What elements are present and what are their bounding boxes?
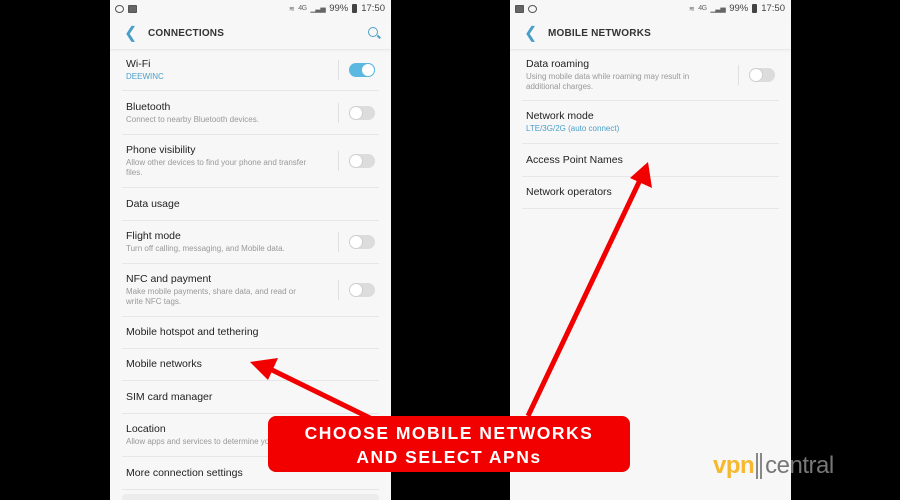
battery-percent: 99% xyxy=(729,3,749,14)
wifi-icon: ≋ xyxy=(688,5,695,13)
signal-icon: ▁▃▅ xyxy=(710,5,726,13)
toggle-switch[interactable] xyxy=(349,105,375,120)
item-label: NFC and payment xyxy=(126,273,212,285)
divider xyxy=(338,151,339,171)
item-subtitle: Using mobile data while roaming may resu… xyxy=(526,72,690,91)
stage: ≋ 4G ▁▃▅ 99% 17:50 ❮ CONNECTIONS Wi-Fi DE… xyxy=(0,0,900,500)
divider xyxy=(338,60,339,80)
item-text: Flight mode Turn off calling, messaging, … xyxy=(126,230,338,254)
list-item[interactable]: Access Point Names xyxy=(522,144,779,177)
network-type-icon: 4G xyxy=(698,5,707,12)
item-text: Phone visibility Allow other devices to f… xyxy=(126,144,338,178)
list-item[interactable]: Data usage xyxy=(122,188,379,221)
item-text: Network operators xyxy=(526,186,775,199)
bottom-card xyxy=(122,494,379,500)
item-text: Bluetooth Connect to nearby Bluetooth dev… xyxy=(126,101,338,125)
list-item[interactable]: Phone visibility Allow other devices to f… xyxy=(122,135,379,188)
list-item[interactable]: Mobile hotspot and tethering xyxy=(122,317,379,349)
item-label: Phone visibility xyxy=(126,144,196,156)
battery-icon xyxy=(352,4,358,13)
item-subtitle: Allow other devices to find your phone a… xyxy=(126,158,307,177)
item-label: Network operators xyxy=(526,186,612,198)
list-item[interactable]: Network operators xyxy=(522,177,779,209)
logo-vpn: vpn xyxy=(713,452,755,479)
settings-list: Data roaming Using mobile data while roam… xyxy=(510,50,791,209)
list-item[interactable]: Data roaming Using mobile data while roam… xyxy=(522,50,779,101)
item-text: Data usage xyxy=(126,198,375,211)
item-subtitle: Turn off calling, messaging, and Mobile … xyxy=(126,244,285,253)
divider xyxy=(738,65,739,85)
wifi-icon: ≋ xyxy=(288,5,295,13)
list-item[interactable]: Network mode LTE/3G/2G (auto connect) xyxy=(522,101,779,144)
item-text: Wi-Fi DEEWINC xyxy=(126,58,338,82)
app-bar: ❮ MOBILE NETWORKS xyxy=(510,17,791,50)
item-text: Mobile networks xyxy=(126,358,375,371)
app-bar: ❮ CONNECTIONS xyxy=(110,17,391,50)
item-subtitle: DEEWINC xyxy=(126,72,164,81)
clock: 17:50 xyxy=(761,3,785,14)
toggle-switch[interactable] xyxy=(349,235,375,249)
list-item[interactable]: Wi-Fi DEEWINC xyxy=(122,50,379,91)
item-subtitle: LTE/3G/2G (auto connect) xyxy=(526,124,620,133)
list-item[interactable]: Flight mode Turn off calling, messaging, … xyxy=(122,221,379,264)
list-item[interactable]: SIM card manager xyxy=(122,381,379,414)
item-text: Network mode LTE/3G/2G (auto connect) xyxy=(526,110,775,134)
back-button[interactable]: ❮ xyxy=(524,23,548,43)
sync-icon xyxy=(115,4,124,13)
divider xyxy=(338,102,339,123)
item-label: Wi-Fi xyxy=(126,58,151,70)
battery-percent: 99% xyxy=(329,3,349,14)
back-button[interactable]: ❮ xyxy=(124,23,148,43)
divider xyxy=(338,280,339,300)
item-text: NFC and payment Make mobile payments, sha… xyxy=(126,273,338,307)
list-item[interactable]: Mobile networks xyxy=(122,349,379,381)
item-label: Data usage xyxy=(126,197,180,210)
gallery-icon xyxy=(515,4,524,13)
page-title: MOBILE NETWORKS xyxy=(548,27,651,39)
network-type-icon: 4G xyxy=(298,5,307,12)
gallery-icon xyxy=(128,4,137,13)
divider xyxy=(338,232,339,252)
vpncentral-logo: vpn central xyxy=(713,452,834,480)
page-title: CONNECTIONS xyxy=(148,27,225,39)
item-label: Mobile networks xyxy=(126,358,202,370)
item-label: Bluetooth xyxy=(126,100,171,113)
instruction-banner: CHOOSE MOBILE NETWORKS AND SELECT APNs xyxy=(268,416,630,472)
clock: 17:50 xyxy=(361,3,385,14)
item-label: Access Point Names xyxy=(526,153,623,166)
status-bar: ≋ 4G ▁▃▅ 99% 17:50 xyxy=(110,0,391,17)
item-label: Mobile hotspot and tethering xyxy=(126,326,259,338)
list-item[interactable]: Bluetooth Connect to nearby Bluetooth dev… xyxy=(122,91,379,135)
toggle-switch[interactable] xyxy=(749,68,775,82)
sync-icon xyxy=(528,4,537,13)
toggle-switch[interactable] xyxy=(349,283,375,297)
signal-icon: ▁▃▅ xyxy=(310,5,326,13)
item-text: Mobile hotspot and tethering xyxy=(126,326,375,339)
search-icon[interactable] xyxy=(367,26,381,40)
item-subtitle: Connect to nearby Bluetooth devices. xyxy=(126,114,259,124)
item-text: Access Point Names xyxy=(526,154,775,167)
battery-icon xyxy=(752,4,758,13)
logo-central: central xyxy=(765,452,834,479)
item-label: SIM card manager xyxy=(126,390,213,403)
item-label: Network mode xyxy=(526,110,594,122)
item-subtitle: Make mobile payments, share data, and re… xyxy=(126,287,296,306)
toggle-switch[interactable] xyxy=(349,63,375,77)
status-bar: ≋ 4G ▁▃▅ 99% 17:50 xyxy=(510,0,791,17)
toggle-switch[interactable] xyxy=(349,154,375,168)
banner-line-1: CHOOSE MOBILE NETWORKS xyxy=(304,423,594,443)
item-text: Data roaming Using mobile data while roam… xyxy=(526,58,738,92)
item-text: SIM card manager xyxy=(126,391,375,404)
item-label: Data roaming xyxy=(526,58,590,70)
banner-line-2: AND SELECT APNs xyxy=(356,447,542,467)
list-item[interactable]: NFC and payment Make mobile payments, sha… xyxy=(122,264,379,317)
logo-shield-icon xyxy=(756,453,763,479)
item-label: Flight mode xyxy=(126,230,181,242)
